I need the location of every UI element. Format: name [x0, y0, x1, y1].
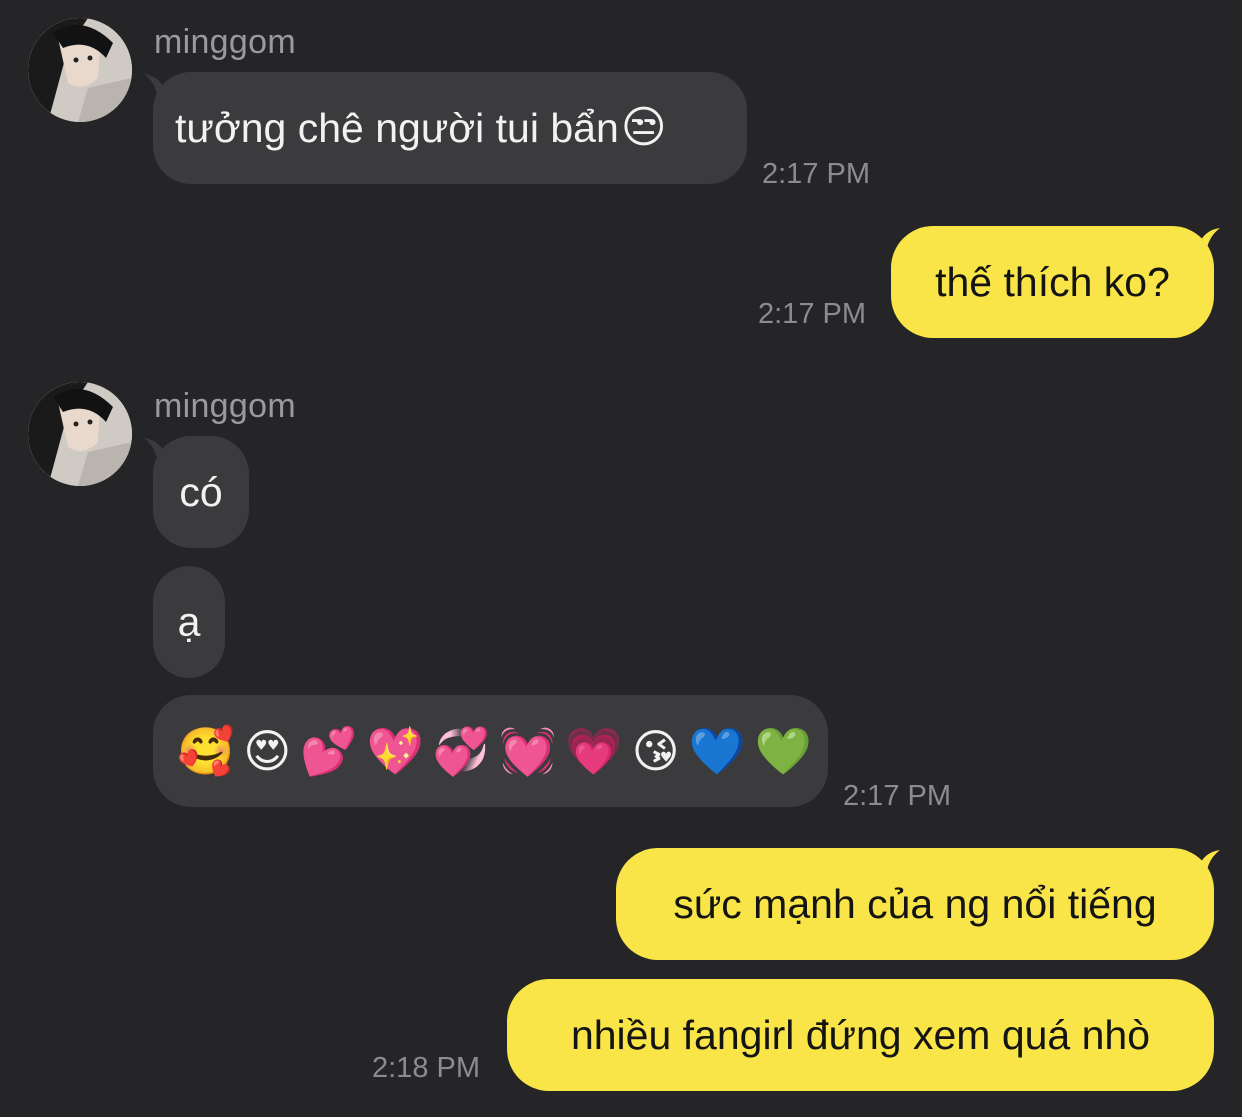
message-timestamp: 2:17 PM	[762, 158, 870, 190]
heart-eyes-icon: 😍	[243, 724, 292, 778]
avatar[interactable]	[28, 18, 132, 122]
message-bubble[interactable]: 🥰 😍 💕 💖 💞 💓 💗 😘 💙 💚	[153, 695, 828, 807]
green-heart-icon: 💚	[754, 724, 813, 778]
message-text: có	[179, 469, 223, 515]
message-text: thế thích ko?	[935, 259, 1170, 305]
message-text: tưởng chê người tui bẩn	[175, 105, 619, 151]
profile-photo-icon	[28, 18, 132, 122]
blue-heart-icon: 💙	[688, 724, 746, 778]
sender-name: minggom	[154, 387, 296, 425]
revolving-hearts-icon: 💞	[432, 724, 491, 778]
unamused-face-icon: 😒	[620, 102, 667, 153]
message-bubble[interactable]: nhiều fangirl đứng xem quá nhò	[507, 979, 1214, 1091]
message-bubble[interactable]: tưởng chê người tui bẩn 😒	[153, 72, 747, 184]
message-timestamp: 2:17 PM	[758, 298, 866, 330]
message-bubble[interactable]: có	[153, 436, 249, 548]
message-timestamp: 2:18 PM	[372, 1052, 480, 1084]
message-text: sức mạnh của ng nổi tiếng	[673, 881, 1157, 927]
emoji-row: 🥰 😍 💕 💖 💞 💓 💗 😘 💙 💚	[177, 723, 812, 779]
growing-heart-icon: 💗	[565, 724, 623, 778]
profile-photo-icon	[28, 382, 132, 486]
message-bubble[interactable]: ạ	[153, 566, 225, 678]
message-text: nhiều fangirl đứng xem quá nhò	[570, 1012, 1151, 1058]
avatar[interactable]	[28, 382, 132, 486]
message-timestamp: 2:17 PM	[843, 780, 951, 812]
sparkling-heart-icon: 💖	[366, 724, 424, 778]
message-bubble[interactable]: sức mạnh của ng nổi tiếng	[616, 848, 1214, 960]
beating-heart-icon: 💓	[499, 724, 557, 778]
message-bubble[interactable]: thế thích ko?	[891, 226, 1214, 338]
two-hearts-icon: 💕	[300, 724, 358, 778]
message-text: ạ	[177, 599, 201, 645]
chat-screen: minggom tưởng chê người tui bẩn 😒 2:17 PM…	[0, 0, 1242, 1117]
kissing-face-icon: 😘	[631, 724, 680, 778]
sender-name: minggom	[154, 23, 296, 61]
smiling-face-with-hearts-icon: 🥰	[177, 724, 235, 778]
